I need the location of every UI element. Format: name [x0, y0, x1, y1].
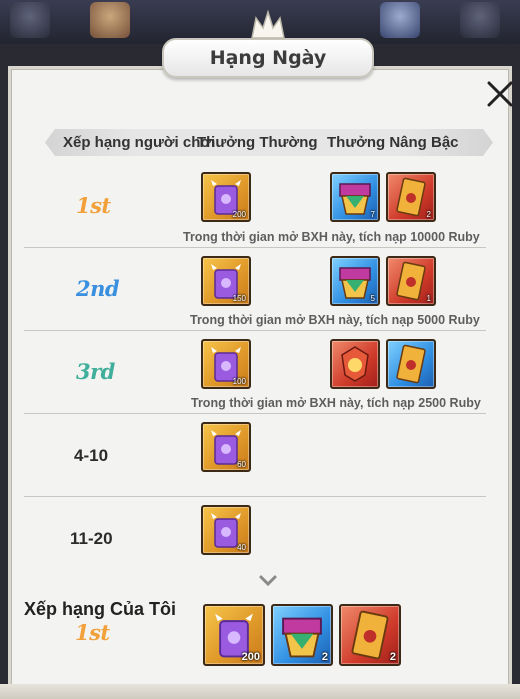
- my-rank-value: 1st: [75, 620, 110, 645]
- reward-item[interactable]: 7: [330, 172, 380, 222]
- reward-item[interactable]: 2: [339, 604, 401, 666]
- rank-label: 4-10: [74, 446, 109, 465]
- reward-item[interactable]: 150: [201, 256, 251, 306]
- quantity: 200: [232, 210, 246, 219]
- quantity: 60: [237, 460, 246, 469]
- rank-label: 2nd: [76, 276, 120, 301]
- reward-item[interactable]: 1: [386, 256, 436, 306]
- quantity: 1: [426, 294, 431, 303]
- avatar: [90, 2, 130, 38]
- reward-item[interactable]: 60: [201, 422, 251, 472]
- close-icon: [487, 81, 513, 107]
- page-title: Hạng Ngày: [209, 47, 327, 69]
- quantity: 7: [370, 210, 375, 219]
- quantity: 2: [321, 651, 328, 663]
- title-banner: Hạng Ngày: [162, 9, 374, 84]
- reward-item[interactable]: [386, 339, 436, 389]
- reward-item[interactable]: 100: [201, 339, 251, 389]
- reward-item[interactable]: 2: [271, 604, 333, 666]
- my-rank-label: Xếp hạng Của Tôi: [24, 599, 177, 619]
- reward-item[interactable]: 5: [330, 256, 380, 306]
- avatar: [380, 2, 420, 38]
- avatar: [10, 2, 50, 38]
- coupon-icon: [396, 344, 426, 384]
- header-normal-reward: Thưởng Thường: [197, 134, 318, 151]
- reward-item[interactable]: 200: [201, 172, 251, 222]
- avatar: [460, 2, 500, 38]
- header-player: Xếp hạng người chơi: [63, 134, 216, 151]
- rank-label: 3rd: [76, 359, 115, 384]
- requirement-text: Trong thời gian mở BXH này, tích nạp 100…: [183, 230, 480, 244]
- quantity: 150: [232, 294, 246, 303]
- requirement-text: Trong thời gian mở BXH này, tích nạp 500…: [190, 313, 480, 327]
- reward-item[interactable]: 2: [386, 172, 436, 222]
- rank-label: 1st: [76, 193, 111, 218]
- close-button[interactable]: [484, 78, 516, 110]
- reward-item[interactable]: 200: [203, 604, 265, 666]
- table-header: Xếp hạng người chơi Thưởng Thường Thưởng…: [45, 129, 493, 156]
- header-upgrade-reward: Thưởng Nâng Bậc: [327, 134, 459, 151]
- chevron-down-icon[interactable]: [258, 574, 278, 588]
- rank-label: 11-20: [70, 529, 113, 548]
- reward-item[interactable]: 40: [201, 505, 251, 555]
- quantity: 100: [232, 377, 246, 386]
- bottom-frame: [0, 684, 520, 699]
- ruby-crest-icon: [341, 346, 369, 382]
- quantity: 2: [426, 210, 431, 219]
- quantity: 40: [237, 543, 246, 552]
- requirement-text: Trong thời gian mở BXH này, tích nạp 250…: [191, 396, 481, 410]
- quantity: 2: [389, 651, 396, 663]
- reward-item[interactable]: [330, 339, 380, 389]
- crown-icon: [251, 9, 285, 39]
- quantity: 200: [241, 651, 260, 663]
- quantity: 5: [370, 294, 375, 303]
